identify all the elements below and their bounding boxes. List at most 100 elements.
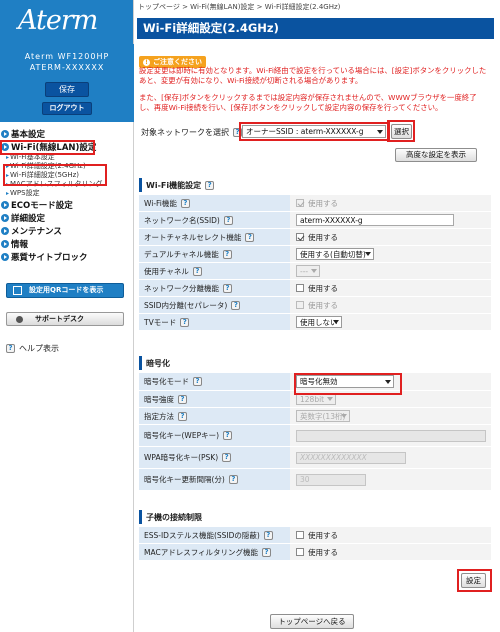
- network-select[interactable]: オーナーSSID : aterm-XXXXXX-g: [242, 125, 386, 138]
- row-label: 指定方法?: [139, 408, 290, 424]
- chevron-down-icon: [327, 397, 333, 401]
- nav-detail-settings[interactable]: 詳細設定: [0, 211, 134, 224]
- nav-mac-filter[interactable]: ▸MACアドレスフィルタリング: [0, 180, 134, 189]
- network-select-value: オーナーSSID : aterm-XXXXXX-g: [246, 127, 364, 136]
- network-select-label: 対象ネットワークを選択?: [141, 127, 246, 138]
- nav-label: 基本設定: [11, 129, 46, 140]
- tv-mode-select[interactable]: 使用しない: [296, 316, 342, 328]
- channel-select[interactable]: ---: [296, 265, 320, 277]
- help-icon[interactable]: ?: [222, 249, 232, 259]
- model-line-2: ATERM-XXXXXX: [29, 63, 105, 72]
- bullet-icon: ▸: [6, 154, 10, 161]
- row-value: ---: [290, 263, 491, 279]
- nav-maintenance[interactable]: メンテナンス: [0, 224, 134, 237]
- show-qr-button[interactable]: 設定用QRコードを表示: [6, 283, 124, 298]
- nav-info[interactable]: 情報: [0, 237, 134, 250]
- chevron-down-icon: [365, 252, 371, 256]
- warning-icon: !: [143, 58, 150, 66]
- save-button[interactable]: 保存: [45, 82, 89, 97]
- nav-wifi-advanced-24[interactable]: ▸Wi-Fi詳細設定(2.4GHz): [0, 162, 134, 171]
- help-icon[interactable]: ?: [193, 377, 202, 386]
- dual-channel-select[interactable]: 使用する(自動切替): [296, 248, 374, 260]
- nav-label: MACアドレスフィルタリング: [10, 180, 103, 188]
- help-icon[interactable]: ?: [228, 475, 238, 484]
- sidebar: Aterm Aterm WF1200HP ATERM-XXXXXX 保存 ログア…: [0, 0, 134, 632]
- section-title: 暗号化: [146, 358, 170, 368]
- auto-channel-checkbox[interactable]: [296, 233, 304, 241]
- row-value: 使用する: [290, 527, 491, 543]
- support-label: サポートデスク: [35, 315, 84, 323]
- breadcrumb[interactable]: トップページ > Wi-Fi(無線LAN)設定 > Wi-Fi詳細設定(2.4G…: [138, 2, 340, 12]
- support-icon: [16, 316, 23, 323]
- logout-button[interactable]: ログアウト: [42, 102, 92, 115]
- bullet-icon: ▸: [6, 172, 10, 179]
- help-icon[interactable]: ?: [192, 266, 202, 276]
- help-icon[interactable]: ?: [223, 283, 232, 293]
- nav-wifi-basic[interactable]: ▸Wi-Fi基本設定: [0, 153, 134, 162]
- help-icon[interactable]: ?: [180, 317, 190, 327]
- row-value: 使用する: [290, 195, 491, 211]
- ssid-input[interactable]: aterm-XXXXXX-g: [296, 214, 454, 226]
- mac-filter-checkbox[interactable]: [296, 548, 304, 556]
- nav-basic-settings[interactable]: 基本設定: [0, 127, 134, 140]
- support-desk-button[interactable]: サポートデスク: [6, 312, 124, 326]
- help-icon[interactable]: ?: [223, 215, 233, 225]
- network-isolation-checkbox[interactable]: [296, 284, 304, 292]
- help-icon[interactable]: ?: [178, 411, 187, 421]
- encryption-strength-select[interactable]: 128bit: [296, 393, 336, 405]
- encryption-mode-select[interactable]: 暗号化無効: [296, 375, 394, 388]
- key-update-interval-input[interactable]: 30: [296, 473, 366, 486]
- apply-button[interactable]: 設定: [461, 573, 486, 588]
- help-icon[interactable]: ?: [222, 453, 232, 462]
- select-value: 暗号化無効: [300, 377, 338, 386]
- label-text: ESS-IDステルス機能(SSIDの隠蔽): [144, 530, 260, 540]
- row-label: 暗号化キー更新間隔(分)?: [139, 469, 290, 490]
- nav-wps[interactable]: ▸WPS設定: [0, 189, 134, 198]
- label-text: WPA暗号化キー(PSK): [144, 453, 219, 462]
- row-value: XXXXXXXXXXXXX: [290, 447, 491, 468]
- help-icon[interactable]: ?: [245, 232, 255, 242]
- ssid-separator-checkbox[interactable]: [296, 301, 304, 309]
- nav-eco-mode[interactable]: ECOモード設定: [0, 198, 134, 211]
- help-link[interactable]: ? ヘルプ表示: [6, 343, 59, 354]
- wifi-function-section: Wi-Fi機能設定? Wi-Fi機能? 使用する ネットワーク名(SSID)? at…: [139, 178, 491, 331]
- help-icon[interactable]: ?: [233, 128, 242, 137]
- back-to-top-button[interactable]: トップページへ戻る: [270, 614, 354, 629]
- arrow-icon: [1, 239, 9, 248]
- nav-label: 詳細設定: [11, 213, 46, 224]
- arrow-icon: [1, 252, 9, 261]
- row-label: デュアルチャネル機能?: [139, 246, 290, 262]
- row-tv-mode: TVモード? 使用しない: [139, 314, 491, 331]
- psk-input[interactable]: XXXXXXXXXXXXX: [296, 451, 406, 464]
- row-label: ネットワーク名(SSID)?: [139, 212, 290, 228]
- nav-wifi-settings[interactable]: Wi-Fi(無線LAN)設定: [0, 140, 134, 153]
- help-icon[interactable]: ?: [231, 300, 241, 310]
- help-icon[interactable]: ?: [205, 180, 215, 190]
- network-select-text: 対象ネットワークを選択: [141, 128, 229, 137]
- row-key-method: 指定方法? 英数字(13桁): [139, 408, 491, 425]
- stealth-checkbox[interactable]: [296, 531, 304, 539]
- row-label: WPA暗号化キー(PSK)?: [139, 447, 290, 468]
- key-method-select[interactable]: 英数字(13桁): [296, 410, 350, 422]
- chevron-down-icon: [341, 414, 347, 418]
- help-icon[interactable]: ?: [180, 198, 190, 208]
- select-network-button[interactable]: 選択: [391, 124, 412, 139]
- aterm-logo: Aterm: [0, 0, 133, 44]
- show-advanced-button[interactable]: 高度な設定を表示: [395, 148, 477, 162]
- wep-key-input[interactable]: [296, 429, 486, 442]
- nav-malicious-site-block[interactable]: 悪質サイトブロック: [0, 250, 134, 263]
- select-value: 使用しない: [300, 317, 338, 327]
- help-icon[interactable]: ?: [223, 431, 233, 440]
- client-restriction-section: 子機の接続制限 ESS-IDステルス機能(SSIDの隠蔽)? 使用する MACアド…: [139, 510, 491, 561]
- help-icon[interactable]: ?: [263, 530, 273, 540]
- nav-wifi-advanced-5[interactable]: ▸Wi-Fi詳細設定(5GHz): [0, 171, 134, 180]
- row-channel: 使用チャネル? ---: [139, 263, 491, 280]
- label-text: TVモード: [144, 317, 177, 327]
- help-icon[interactable]: ?: [178, 394, 187, 404]
- wifi-function-checkbox[interactable]: [296, 199, 304, 207]
- checkbox-label: 使用する: [308, 232, 338, 242]
- model-line-1: Aterm WF1200HP: [24, 52, 110, 61]
- row-value: 使用する: [290, 297, 491, 313]
- help-icon[interactable]: ?: [262, 547, 272, 557]
- bullet-icon: ▸: [6, 181, 10, 188]
